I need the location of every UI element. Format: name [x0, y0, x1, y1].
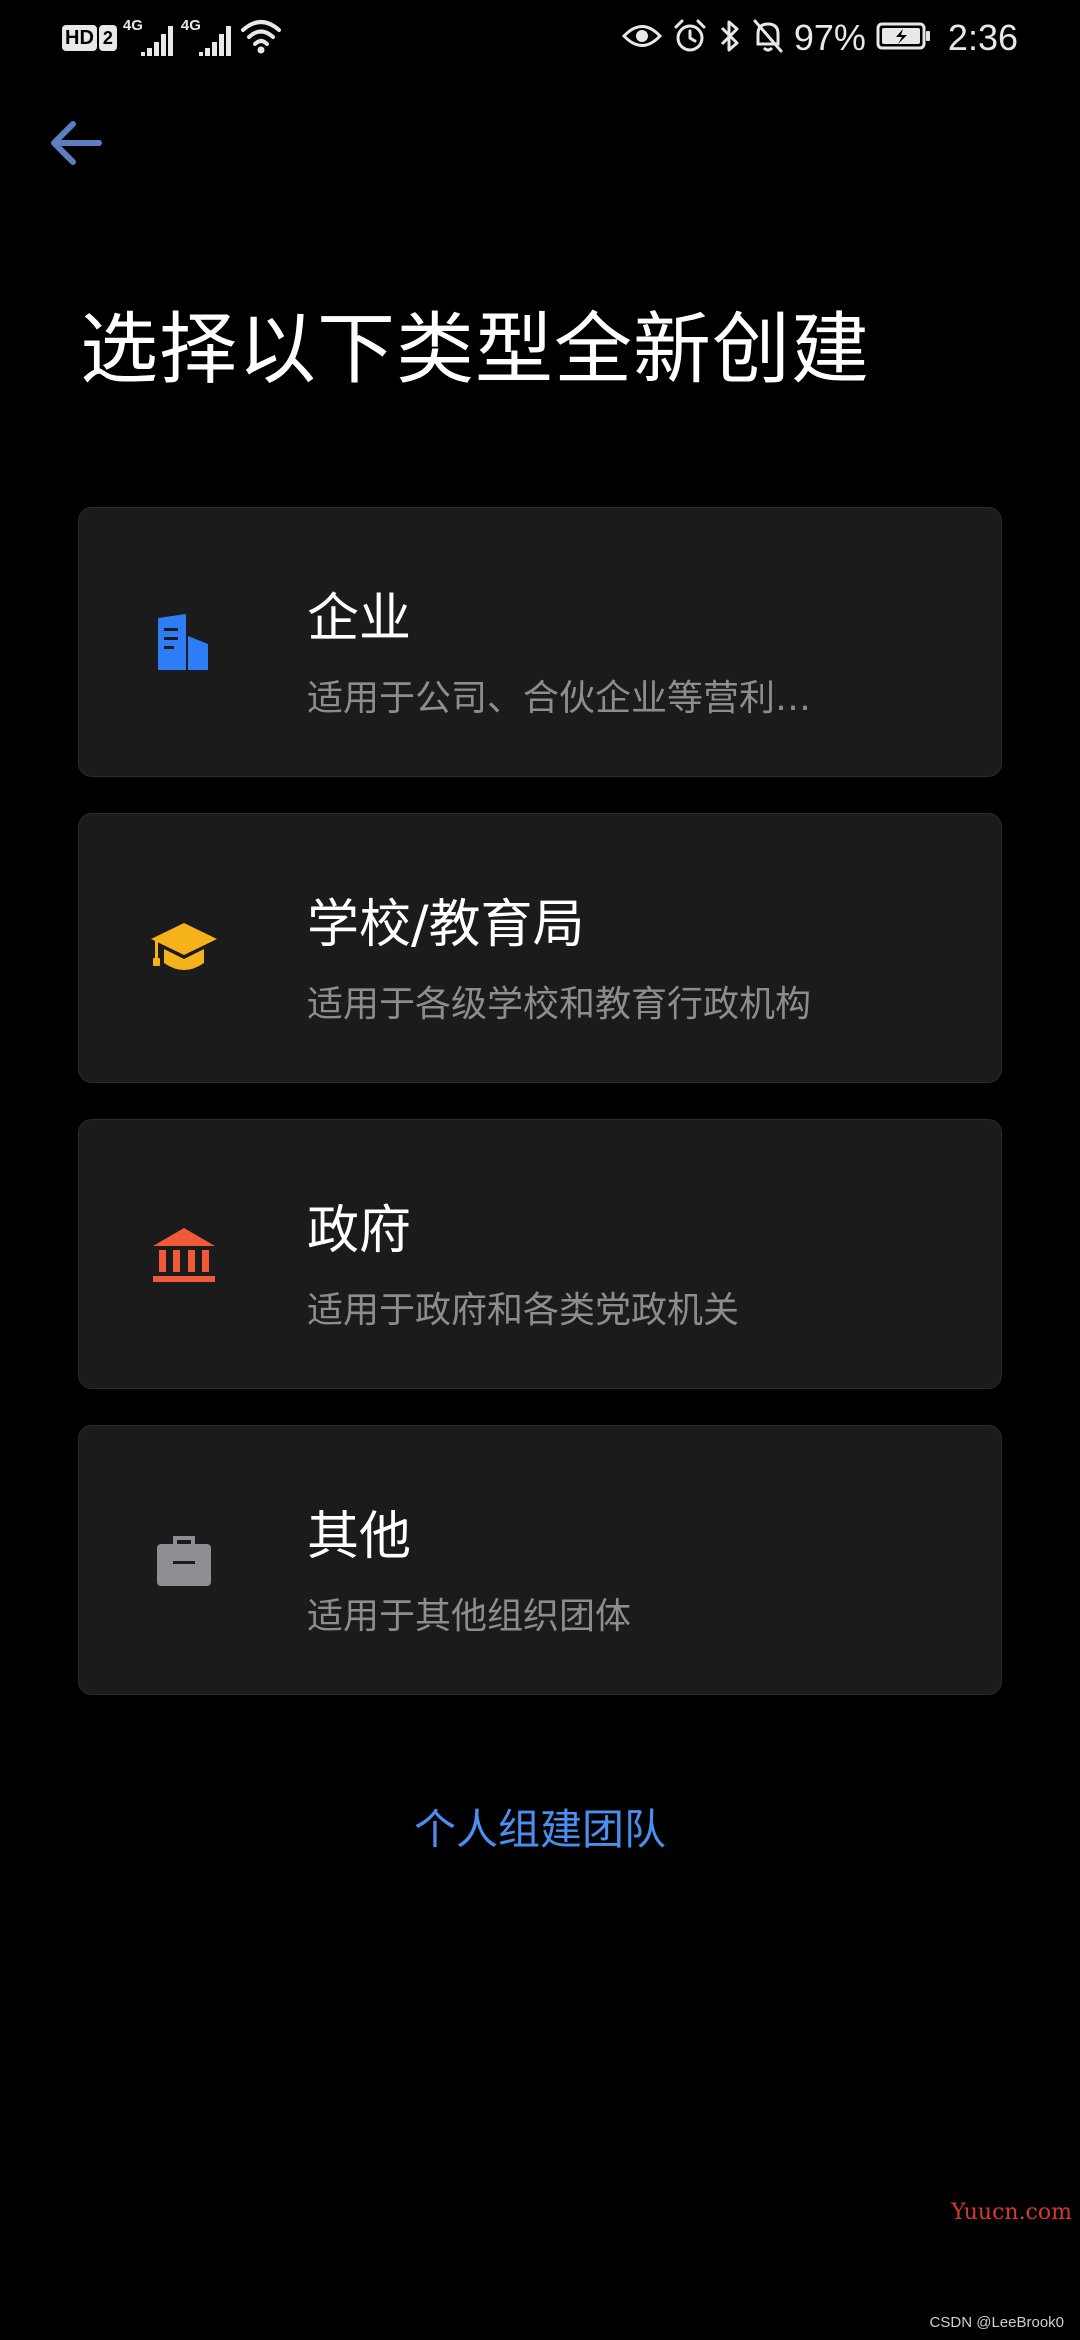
- personal-team-link[interactable]: 个人组建团队: [0, 1802, 1080, 1858]
- briefcase-icon: [149, 1526, 219, 1596]
- network-type-label: 4G: [122, 17, 143, 34]
- signal-strength-icon: 4G: [123, 18, 175, 58]
- option-title: 其他: [307, 1507, 412, 1567]
- option-description: 适用于各级学校和教育行政机构: [307, 984, 812, 1025]
- site-watermark: Yuucn.com: [951, 2200, 1072, 2225]
- alarm-icon: [672, 18, 708, 58]
- option-list: 企业 适用于公司、合伙企业等营利… 学校/教育局 适用于各级学校和教育行政机构: [78, 507, 1002, 1731]
- back-arrow-icon: [47, 118, 103, 172]
- option-title: 企业: [307, 589, 412, 649]
- government-building-icon: [149, 1220, 219, 1290]
- option-description: 适用于公司、合伙企业等营利…: [307, 678, 812, 719]
- eye-comfort-icon: [621, 21, 662, 55]
- option-other[interactable]: 其他 适用于其他组织团体: [78, 1425, 1002, 1695]
- option-enterprise[interactable]: 企业 适用于公司、合伙企业等营利…: [78, 507, 1002, 777]
- sim-label: 2: [98, 25, 117, 51]
- clock: 2:36: [947, 17, 1018, 58]
- status-bar: HD 2 4G 4G 97% 2:36: [0, 0, 1080, 76]
- option-government[interactable]: 政府 适用于政府和各类党政机关: [78, 1119, 1002, 1389]
- building-icon: [149, 608, 219, 678]
- hd-voice-badge: HD 2: [62, 25, 117, 51]
- csdn-watermark: CSDN @LeeBrook0: [929, 2314, 1064, 2331]
- option-school[interactable]: 学校/教育局 适用于各级学校和教育行政机构: [78, 813, 1002, 1083]
- wifi-icon: [239, 16, 283, 60]
- option-title: 政府: [307, 1201, 412, 1261]
- back-button[interactable]: [40, 110, 110, 180]
- signal-strength-icon: 4G: [181, 18, 233, 58]
- page-title: 选择以下类型全新创建: [80, 305, 871, 395]
- status-right: 97% 2:36: [621, 14, 1018, 62]
- battery-percent: 97%: [793, 17, 866, 58]
- graduation-cap-icon: [149, 914, 219, 984]
- network-type-label: 4G: [180, 17, 201, 34]
- battery-charging-icon: [876, 21, 932, 55]
- option-description: 适用于政府和各类党政机关: [307, 1290, 740, 1331]
- status-left: HD 2 4G 4G: [62, 18, 283, 58]
- bluetooth-icon: [718, 18, 742, 58]
- option-description: 适用于其他组织团体: [307, 1596, 632, 1637]
- hd-label: HD: [62, 25, 97, 51]
- mute-bell-icon: [752, 18, 784, 58]
- option-title: 学校/教育局: [307, 895, 585, 955]
